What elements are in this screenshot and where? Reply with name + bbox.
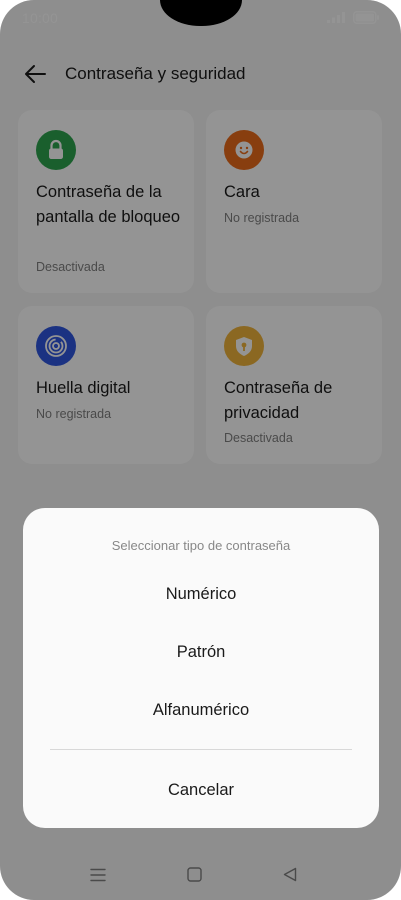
- option-numeric[interactable]: Numérico: [23, 571, 379, 617]
- dialog-title: Seleccionar tipo de contraseña: [111, 538, 291, 553]
- recent-apps-icon[interactable]: [90, 868, 106, 882]
- option-pattern[interactable]: Patrón: [23, 629, 379, 675]
- cancel-button[interactable]: Cancelar: [23, 767, 379, 813]
- nav-back-icon[interactable]: [283, 867, 297, 882]
- navigation-bar: [0, 860, 401, 890]
- phone-screen: 10:00 Contraseña y seguridad Contraseña …: [0, 0, 401, 900]
- option-alphanumeric[interactable]: Alfanumérico: [23, 687, 379, 733]
- password-type-dialog: Seleccionar tipo de contraseña Numérico …: [23, 508, 379, 828]
- home-icon[interactable]: [187, 867, 202, 882]
- dialog-divider: [50, 749, 352, 750]
